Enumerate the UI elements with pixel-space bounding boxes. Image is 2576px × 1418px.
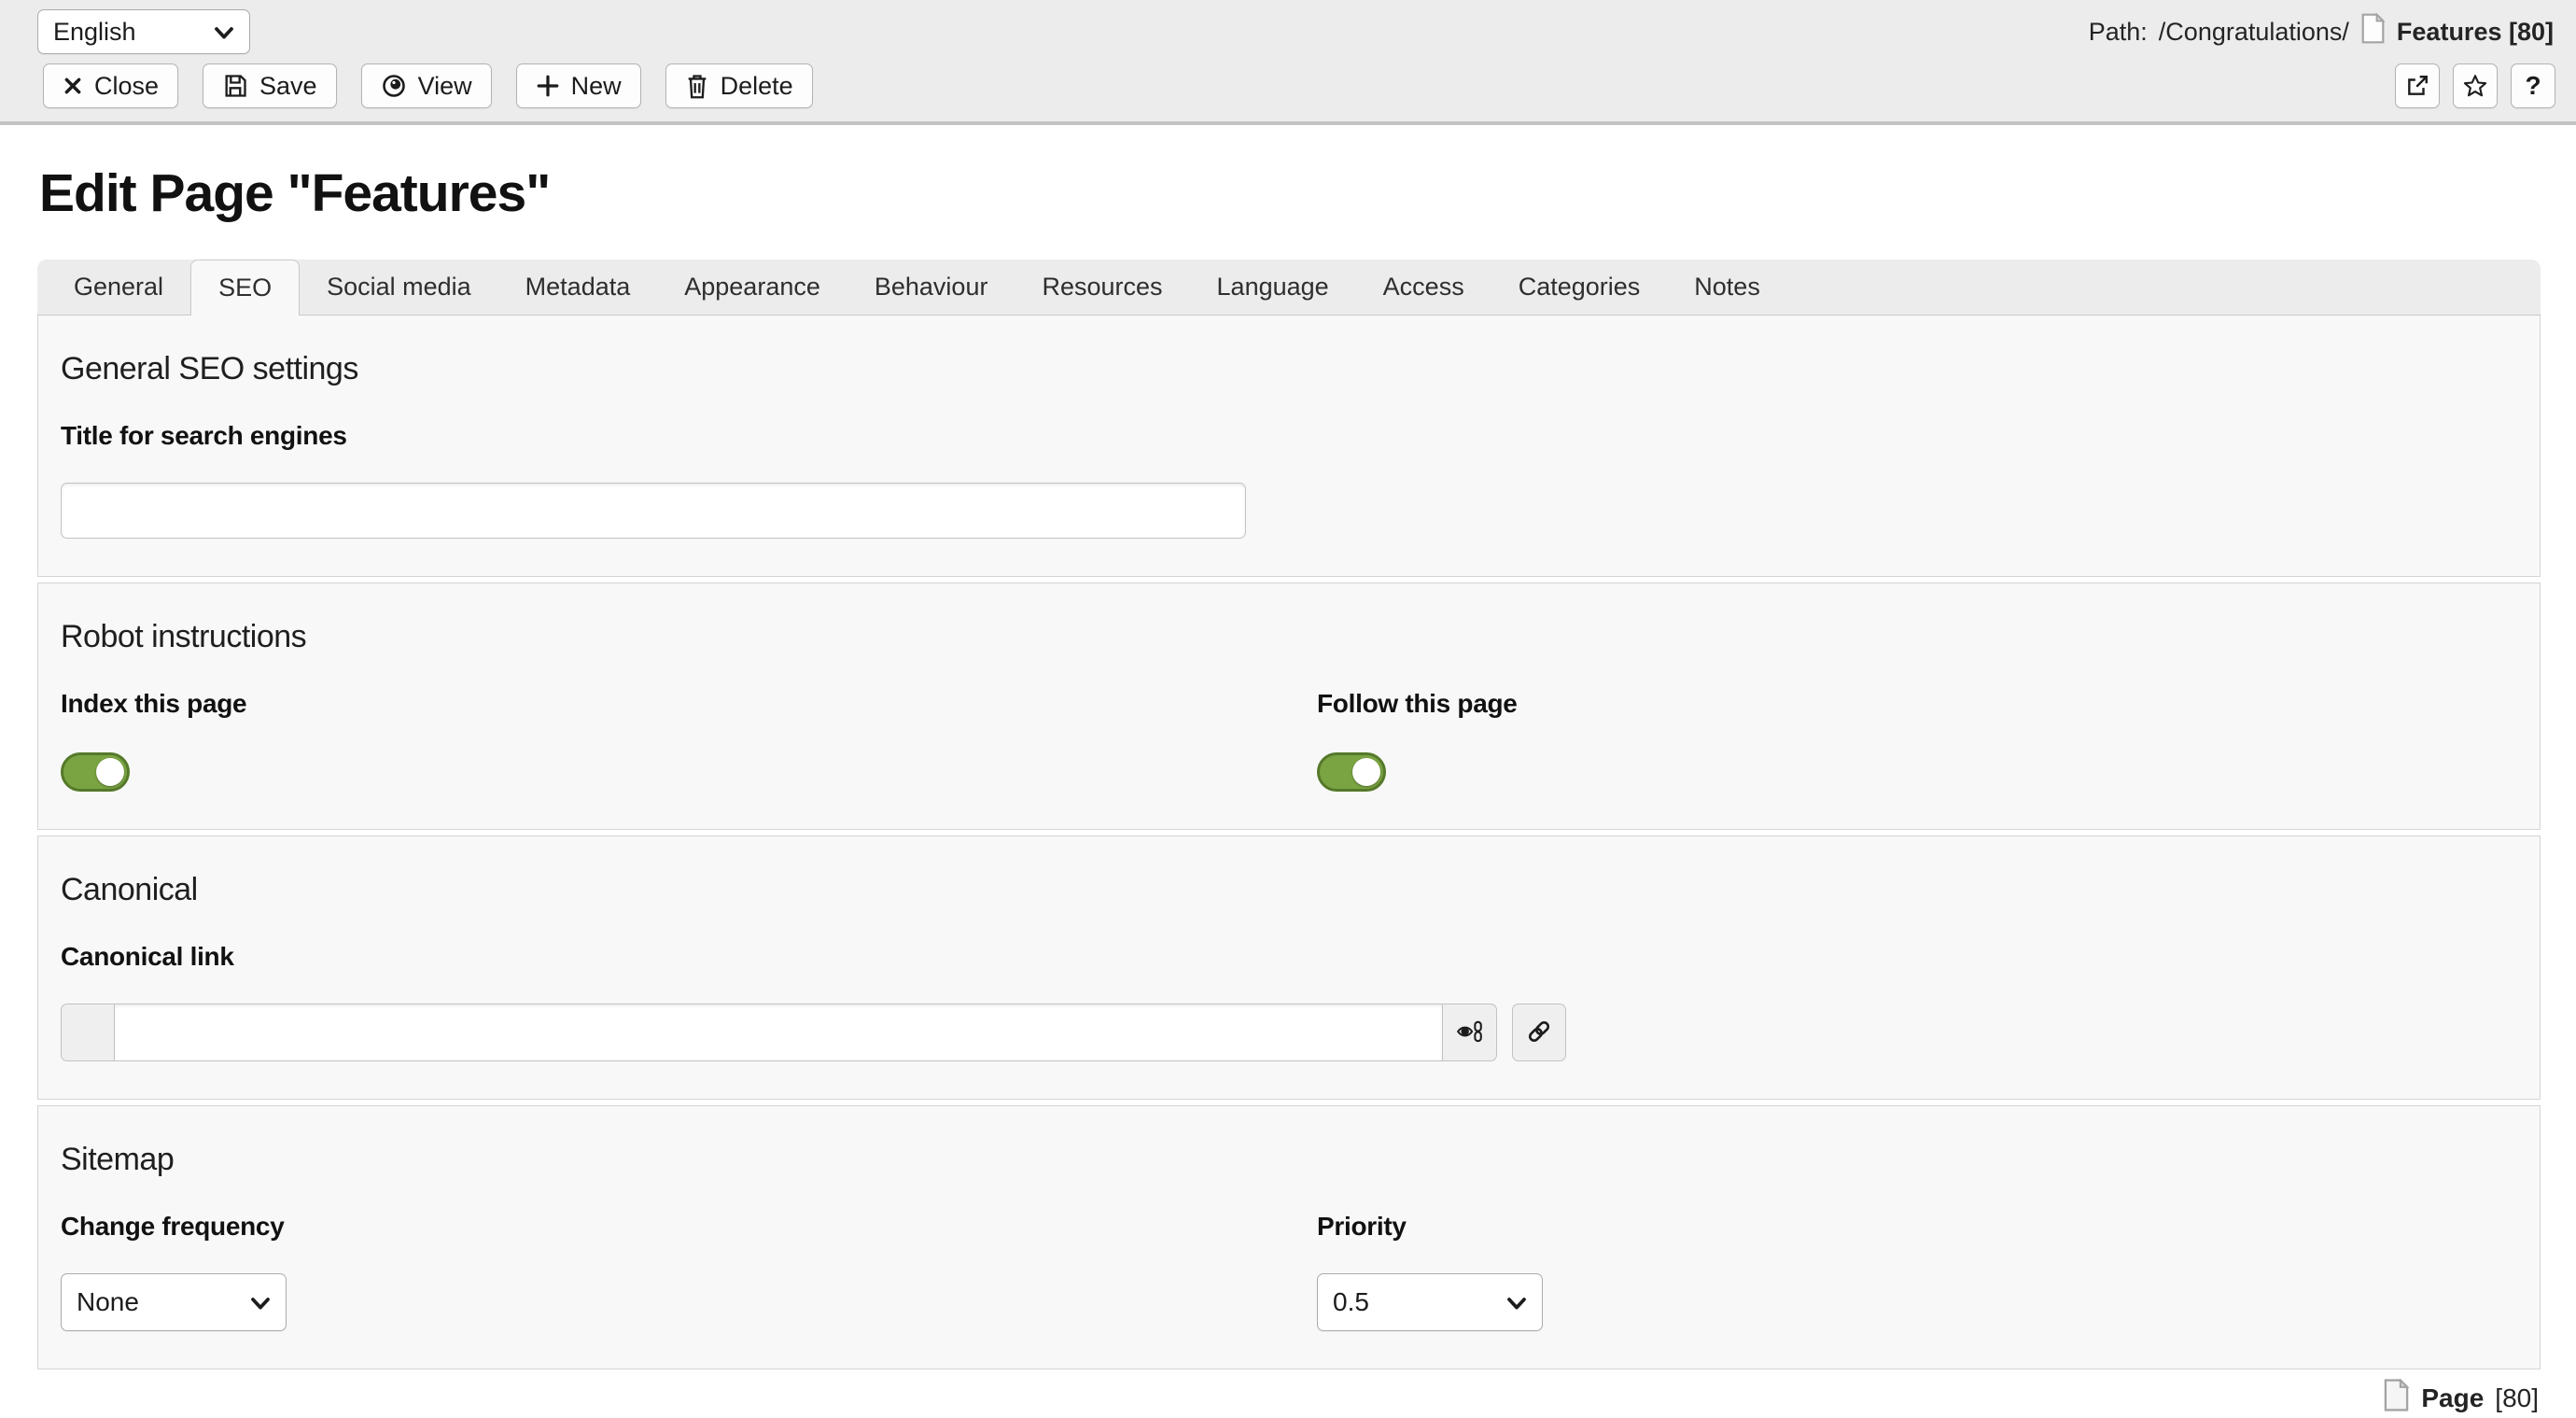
- star-icon: [2462, 73, 2488, 99]
- view-button[interactable]: View: [361, 63, 492, 108]
- save-button[interactable]: Save: [203, 63, 337, 108]
- question-mark-icon: ?: [2525, 71, 2541, 101]
- footer-page-label: Page: [2421, 1383, 2484, 1413]
- canonical-link-group: [61, 1004, 2517, 1061]
- path-label: Path:: [2089, 18, 2148, 47]
- preview-link-button[interactable]: [1443, 1004, 1497, 1061]
- change-frequency-label: Change frequency: [61, 1212, 1289, 1242]
- change-frequency-select[interactable]: None: [61, 1273, 287, 1331]
- trash-icon: [685, 73, 709, 99]
- footer-status: Page [80]: [37, 1379, 2541, 1418]
- toggle-knob: [96, 758, 124, 786]
- tab-bar: General SEO Social media Metadata Appear…: [37, 260, 2541, 316]
- breadcrumb: Path: /Congratulations/ Features [80]: [2089, 13, 2555, 50]
- save-icon: [222, 73, 248, 99]
- follow-this-page-label: Follow this page: [1317, 689, 2517, 719]
- section-sitemap: Sitemap Change frequency None Priority 0…: [37, 1105, 2541, 1369]
- section-canonical: Canonical Canonical link: [37, 835, 2541, 1100]
- help-button[interactable]: ?: [2511, 63, 2555, 108]
- tab-categories[interactable]: Categories: [1491, 260, 1668, 315]
- action-toolbar: Close Save View New: [43, 63, 813, 108]
- new-button[interactable]: New: [516, 63, 641, 108]
- eye-link-icon: [1456, 1018, 1484, 1048]
- page-title: Edit Page "Features": [39, 162, 2541, 224]
- favorite-button[interactable]: [2453, 63, 2498, 108]
- index-this-page-toggle[interactable]: [61, 752, 130, 792]
- section-heading: Canonical: [61, 872, 2517, 908]
- index-this-page-label: Index this page: [61, 689, 1289, 719]
- canonical-link-thumbnail: [61, 1004, 115, 1061]
- section-robot-instructions: Robot instructions Index this page Follo…: [37, 583, 2541, 830]
- language-select[interactable]: English: [37, 9, 250, 54]
- section-general-seo-settings: General SEO settings Title for search en…: [37, 316, 2541, 577]
- external-link-icon: [2405, 74, 2429, 98]
- tab-metadata[interactable]: Metadata: [498, 260, 658, 315]
- current-page-name: Features [80]: [2397, 18, 2554, 47]
- canonical-link-label: Canonical link: [61, 942, 2517, 972]
- close-icon: [63, 76, 83, 96]
- tab-seo[interactable]: SEO: [190, 260, 300, 316]
- chevron-down-icon: [1506, 1287, 1527, 1317]
- language-select-value: English: [53, 18, 136, 47]
- link-button[interactable]: [1512, 1004, 1566, 1061]
- delete-button[interactable]: Delete: [665, 63, 813, 108]
- page-doc-icon: [2360, 13, 2386, 50]
- tab-access[interactable]: Access: [1356, 260, 1491, 315]
- path-value: /Congratulations/: [2159, 18, 2349, 47]
- chevron-down-icon: [214, 18, 234, 47]
- chevron-down-icon: [250, 1287, 271, 1317]
- footer-page-id: [80]: [2495, 1383, 2539, 1413]
- title-for-search-engines-input[interactable]: [61, 483, 1246, 539]
- tab-appearance[interactable]: Appearance: [657, 260, 847, 315]
- priority-value: 0.5: [1333, 1287, 1369, 1317]
- canonical-link-input[interactable]: [114, 1004, 1443, 1061]
- open-in-new-window-button[interactable]: [2395, 63, 2440, 108]
- main-content: Edit Page "Features" General SEO Social …: [0, 162, 2576, 1418]
- toggle-knob: [1352, 758, 1380, 786]
- page-doc-icon: [2383, 1379, 2410, 1418]
- tab-notes[interactable]: Notes: [1667, 260, 1787, 315]
- priority-select[interactable]: 0.5: [1317, 1273, 1543, 1331]
- section-heading: General SEO settings: [61, 351, 2517, 387]
- header-icon-buttons: ?: [2395, 63, 2555, 108]
- eye-icon: [381, 73, 407, 99]
- change-frequency-value: None: [77, 1287, 139, 1317]
- tab-general[interactable]: General: [47, 260, 190, 315]
- priority-label: Priority: [1317, 1212, 2517, 1242]
- tab-behaviour[interactable]: Behaviour: [847, 260, 1015, 315]
- follow-this-page-toggle[interactable]: [1317, 752, 1386, 792]
- top-toolbar: English Path: /Congratulations/ Features…: [0, 0, 2576, 125]
- tab-social-media[interactable]: Social media: [300, 260, 498, 315]
- section-heading: Sitemap: [61, 1142, 2517, 1178]
- section-heading: Robot instructions: [61, 619, 2517, 655]
- close-button[interactable]: Close: [43, 63, 178, 108]
- tab-language[interactable]: Language: [1190, 260, 1356, 315]
- link-icon: [1525, 1018, 1553, 1048]
- tab-resources[interactable]: Resources: [1015, 260, 1189, 315]
- title-for-search-engines-label: Title for search engines: [61, 421, 2517, 451]
- plus-icon: [536, 74, 560, 98]
